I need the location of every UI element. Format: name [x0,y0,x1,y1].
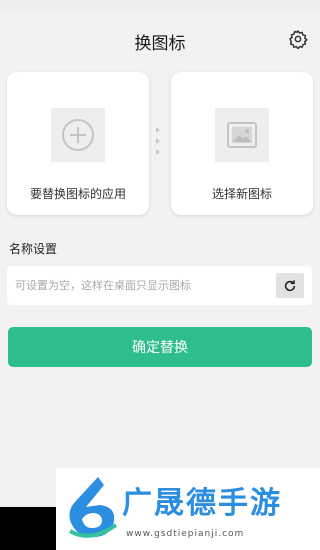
watermark-banner: 广晟德手游 www.gsdtiepianji.com [56,468,320,550]
refresh-icon[interactable] [276,273,304,298]
watermark-url: www.gsdtiepianji.com [126,529,245,539]
name-input[interactable] [15,266,270,305]
watermark-title: 广晟德手游 [122,486,282,521]
gear-icon[interactable] [288,29,308,50]
chevron-arrows-icon [156,127,164,161]
confirm-replace-button[interactable]: 确定替换 [8,327,312,367]
new-icon-label: 选择新图标 [211,187,272,201]
source-app-label: 要替换图标的应用 [29,187,126,201]
plus-circle-icon [51,108,105,162]
header: 换图标 [0,12,320,64]
new-icon-card[interactable]: 选择新图标 [171,72,313,215]
status-bar [0,0,320,12]
page-title: 换图标 [134,34,186,54]
image-icon [215,108,269,162]
black-corner [0,507,56,550]
name-settings-title: 名称设置 [9,242,58,256]
name-field-row [7,266,312,305]
site-logo-icon [60,473,122,543]
source-app-card[interactable]: 要替换图标的应用 [7,72,149,215]
